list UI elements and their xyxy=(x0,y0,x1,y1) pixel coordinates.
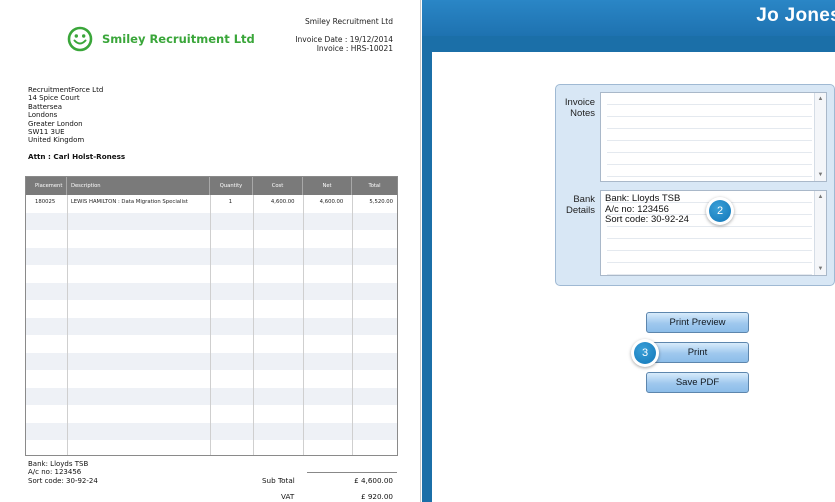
company-name: Smiley Recruitment Ltd xyxy=(304,17,393,26)
scroll-up-icon[interactable]: ▲ xyxy=(815,194,826,200)
billing-address: RecruitmentForce Ltd 14 Spice Court Batt… xyxy=(28,86,103,145)
subtotal-label: Sub Total xyxy=(262,476,295,485)
smiley-icon xyxy=(67,26,93,52)
invoice-table: Placement Description Quantity Cost Net … xyxy=(25,176,398,456)
bank-details-label: Bank Details xyxy=(565,194,595,216)
user-name: Jo Jones xyxy=(756,5,835,26)
logo-text: Smiley Recruitment Ltd xyxy=(102,32,255,46)
vat-value: £ 920.00 xyxy=(360,492,393,501)
table-cell: 4,600.00 xyxy=(270,199,295,205)
invoice-number: Invoice : HRS-10021 xyxy=(316,44,393,53)
attention-line: Attn : Carl Holst-Roness xyxy=(28,152,126,161)
company-logo: Smiley Recruitment Ltd xyxy=(67,26,255,52)
bank-line: Sort code: 30-92-24 xyxy=(28,476,98,485)
column-header: Placement xyxy=(26,177,67,195)
address-line: Battersea xyxy=(28,102,63,111)
total-divider xyxy=(307,472,397,473)
step-callout-2: 2 xyxy=(706,197,734,225)
bank-line: A/c no: 123456 xyxy=(28,468,82,477)
table-row: 180025 LEWIS HAMILTON : Data Migration S… xyxy=(26,199,397,205)
step-callout-3: 3 xyxy=(631,339,659,367)
invoice-bank-details: Bank: Lloyds TSB A/c no: 123456 Sort cod… xyxy=(28,460,98,485)
column-header: Net xyxy=(303,177,352,195)
scroll-down-icon[interactable]: ▼ xyxy=(815,266,826,272)
invoice-notes-field[interactable]: ▲ ▼ xyxy=(600,92,827,182)
invoice-table-header: Placement Description Quantity Cost Net … xyxy=(26,177,397,195)
address-line: Londons xyxy=(28,111,58,120)
print-button[interactable]: Print xyxy=(646,342,749,363)
address-line: RecruitmentForce Ltd xyxy=(28,86,104,94)
table-cell: 5,520.00 xyxy=(369,199,393,205)
table-cell: 1 xyxy=(228,199,233,205)
print-preview-button[interactable]: Print Preview xyxy=(646,312,749,333)
table-cell: LEWIS HAMILTON : Data Migration Speciali… xyxy=(70,199,188,205)
bank-line: Bank: Lloyds TSB xyxy=(28,460,89,468)
save-pdf-button[interactable]: Save PDF xyxy=(646,372,749,393)
vat-label: VAT xyxy=(281,492,295,501)
address-line: Greater London xyxy=(28,119,83,128)
column-header: Description xyxy=(67,177,210,195)
invoice-notes-label: Invoice Notes xyxy=(564,97,595,119)
scroll-up-icon[interactable]: ▲ xyxy=(815,96,826,102)
column-header: Quantity xyxy=(210,177,253,195)
subtotal-value: £ 4,600.00 xyxy=(354,476,393,485)
invoice-table-body xyxy=(26,195,397,455)
column-header: Total xyxy=(368,183,381,189)
table-cell: 180025 xyxy=(35,199,56,205)
scrollbar[interactable]: ▲ ▼ xyxy=(814,93,826,181)
address-line: 14 Spice Court xyxy=(28,94,80,103)
invoice-preview: Smiley Recruitment Ltd Smiley Recruitmen… xyxy=(0,0,421,502)
invoice-header: Smiley Recruitment Ltd Invoice Date : 19… xyxy=(295,17,393,54)
bank-details-value: Bank: Lloyds TSB A/c no: 123456 Sort cod… xyxy=(605,193,689,225)
invoice-date: Invoice Date : 19/12/2014 xyxy=(295,34,393,44)
scrollbar[interactable]: ▲ ▼ xyxy=(814,191,826,275)
scroll-down-icon[interactable]: ▼ xyxy=(815,172,826,178)
address-line: SW11 3UE xyxy=(28,128,65,137)
table-cell: 4,600.00 xyxy=(319,199,344,205)
title-bar: Jo Jones xyxy=(422,0,835,36)
column-header: Cost xyxy=(253,177,303,195)
address-line: United Kingdom xyxy=(28,136,85,145)
